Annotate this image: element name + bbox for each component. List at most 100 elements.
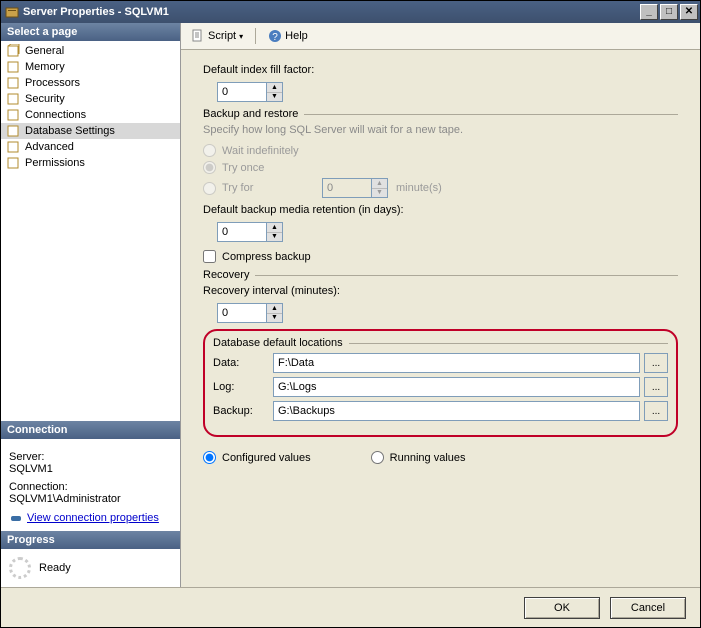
script-button[interactable]: Script ▾ <box>187 27 247 45</box>
backup-path-input[interactable] <box>273 401 640 421</box>
page-label: Processors <box>25 77 80 89</box>
backup-restore-header: Backup and restore <box>203 108 298 120</box>
retention-label: Default backup media retention (in days)… <box>203 204 678 216</box>
progress-box: Ready <box>1 549 180 587</box>
data-path-browse-button[interactable]: ... <box>644 353 668 373</box>
recovery-interval-label: Recovery interval (minutes): <box>203 285 678 297</box>
retention-input[interactable]: ▲▼ <box>217 222 283 242</box>
data-path-label: Data: <box>213 357 273 369</box>
radio-try-once-label: Try once <box>222 162 264 174</box>
spin-down[interactable]: ▼ <box>267 93 282 102</box>
recovery-interval-input[interactable]: ▲▼ <box>217 303 283 323</box>
spin-down[interactable]: ▼ <box>267 233 282 242</box>
radio-wait-indefinitely <box>203 144 216 157</box>
page-label: Connections <box>25 109 86 121</box>
log-path-browse-button[interactable]: ... <box>644 377 668 397</box>
radio-running-values[interactable] <box>371 451 384 464</box>
spin-down[interactable]: ▼ <box>267 314 282 323</box>
help-icon: ? <box>268 29 282 43</box>
page-processors[interactable]: Processors <box>1 75 180 91</box>
try-for-field <box>323 179 371 197</box>
page-icon <box>7 92 21 106</box>
page-permissions[interactable]: Permissions <box>1 155 180 171</box>
radio-try-once <box>203 161 216 174</box>
fill-factor-input[interactable]: ▲▼ <box>217 82 283 102</box>
close-button[interactable]: ✕ <box>680 4 698 20</box>
page-icon <box>7 124 21 138</box>
compress-backup-checkbox[interactable] <box>203 250 216 263</box>
page-icon <box>7 156 21 170</box>
connection-box: Server: SQLVM1 Connection: SQLVM1\Admini… <box>1 439 180 531</box>
minimize-button[interactable]: _ <box>640 4 658 20</box>
page-label: Database Settings <box>25 125 115 137</box>
progress-spinner-icon <box>9 557 31 579</box>
connection-header: Connection <box>1 421 180 439</box>
recovery-header: Recovery <box>203 269 249 281</box>
page-label: Security <box>25 93 65 105</box>
help-button[interactable]: ? Help <box>264 27 312 45</box>
app-icon <box>5 5 19 19</box>
right-panel: Script ▾ ? Help Default index fill facto… <box>181 23 700 587</box>
page-security[interactable]: Security <box>1 91 180 107</box>
backup-hint: Specify how long SQL Server will wait fo… <box>203 124 678 136</box>
page-database-settings[interactable]: Database Settings <box>1 123 180 139</box>
compress-backup-label: Compress backup <box>222 251 311 263</box>
content-area: Default index fill factor: ▲▼ Backup and… <box>181 50 700 587</box>
radio-try-for-label: Try for <box>222 182 322 194</box>
radio-wait-label: Wait indefinitely <box>222 145 299 157</box>
script-icon <box>191 29 205 43</box>
page-label: Memory <box>25 61 65 73</box>
progress-status: Ready <box>39 562 71 574</box>
page-list: General Memory Processors Security Conne… <box>1 41 180 173</box>
server-label: Server: <box>9 451 172 463</box>
spin-up: ▲ <box>372 179 387 189</box>
connection-label: Connection: <box>9 481 172 493</box>
spin-down: ▼ <box>372 189 387 198</box>
connection-value: SQLVM1\Administrator <box>9 493 172 505</box>
page-icon <box>7 108 21 122</box>
try-for-unit: minute(s) <box>396 182 442 194</box>
radio-running-label: Running values <box>390 452 466 464</box>
try-for-input: ▲▼ <box>322 178 388 198</box>
left-panel: Select a page General Memory Processors … <box>1 23 181 587</box>
server-value: SQLVM1 <box>9 463 172 475</box>
page-icon <box>7 44 21 58</box>
dialog-footer: OK Cancel <box>1 587 700 627</box>
cancel-button[interactable]: Cancel <box>610 597 686 619</box>
maximize-button[interactable]: □ <box>660 4 678 20</box>
db-default-locations-highlight: Database default locations Data: ... Log… <box>203 329 678 437</box>
help-label: Help <box>285 30 308 42</box>
toolbar: Script ▾ ? Help <box>181 23 700 50</box>
page-label: Permissions <box>25 157 85 169</box>
radio-try-for <box>203 182 216 195</box>
view-connection-properties-link[interactable]: View connection properties <box>27 512 159 524</box>
page-icon <box>7 140 21 154</box>
progress-header: Progress <box>1 531 180 549</box>
chevron-down-icon: ▾ <box>239 32 243 41</box>
page-connections[interactable]: Connections <box>1 107 180 123</box>
fill-factor-label: Default index fill factor: <box>203 64 678 76</box>
data-path-input[interactable] <box>273 353 640 373</box>
log-path-label: Log: <box>213 381 273 393</box>
ok-button[interactable]: OK <box>524 597 600 619</box>
radio-configured-values[interactable] <box>203 451 216 464</box>
window-title: Server Properties - SQLVM1 <box>23 6 640 18</box>
page-advanced[interactable]: Advanced <box>1 139 180 155</box>
page-label: Advanced <box>25 141 74 153</box>
recovery-interval-field[interactable] <box>218 304 266 322</box>
backup-path-browse-button[interactable]: ... <box>644 401 668 421</box>
spin-up[interactable]: ▲ <box>267 83 282 93</box>
retention-field[interactable] <box>218 223 266 241</box>
log-path-input[interactable] <box>273 377 640 397</box>
spin-up[interactable]: ▲ <box>267 304 282 314</box>
page-memory[interactable]: Memory <box>1 59 180 75</box>
fill-factor-field[interactable] <box>218 83 266 101</box>
page-icon <box>7 76 21 90</box>
page-icon <box>7 60 21 74</box>
page-general[interactable]: General <box>1 43 180 59</box>
spin-up[interactable]: ▲ <box>267 223 282 233</box>
db-locations-header: Database default locations <box>213 337 343 349</box>
select-page-header: Select a page <box>1 23 180 41</box>
page-label: General <box>25 45 64 57</box>
toolbar-separator <box>255 28 256 44</box>
